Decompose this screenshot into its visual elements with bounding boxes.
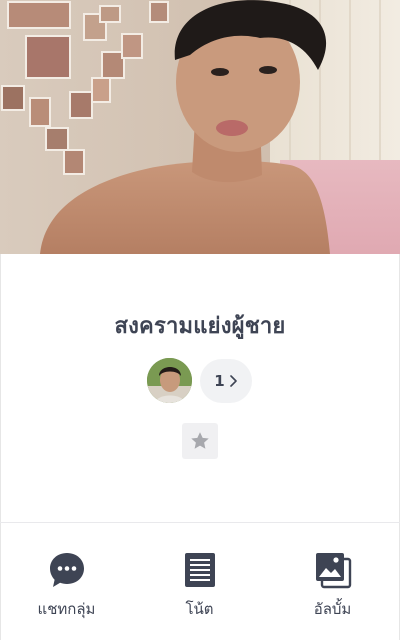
member-count-button[interactable]: 1 [200, 358, 252, 403]
tab-album-label: อัลบั้ม [313, 600, 352, 618]
member-avatar-image [147, 358, 192, 403]
members-row[interactable]: 1 [147, 358, 252, 403]
group-name: สงครามแย่งผู้ชาย [114, 314, 286, 339]
cover-photo[interactable] [0, 0, 400, 254]
star-icon [191, 432, 209, 449]
chevron-right-icon [229, 374, 237, 387]
member-avatar[interactable] [147, 358, 192, 403]
chat-bubble-icon [49, 553, 84, 587]
album-icon [315, 553, 351, 589]
cover-photo-image [0, 0, 400, 254]
tab-group-chat-label: แชทกลุ่ม [37, 600, 96, 618]
member-count: 1 [214, 371, 225, 390]
tab-album[interactable]: อัลบั้ม [266, 523, 399, 640]
bottom-tabs: แชทกลุ่ม โน้ต อัลบั้ม [0, 523, 400, 640]
favorite-button[interactable] [182, 423, 218, 459]
tab-note[interactable]: โน้ต [133, 523, 266, 640]
note-icon [184, 553, 215, 587]
tab-group-chat[interactable]: แชทกลุ่ม [0, 523, 133, 640]
tab-note-label: โน้ต [185, 600, 214, 618]
